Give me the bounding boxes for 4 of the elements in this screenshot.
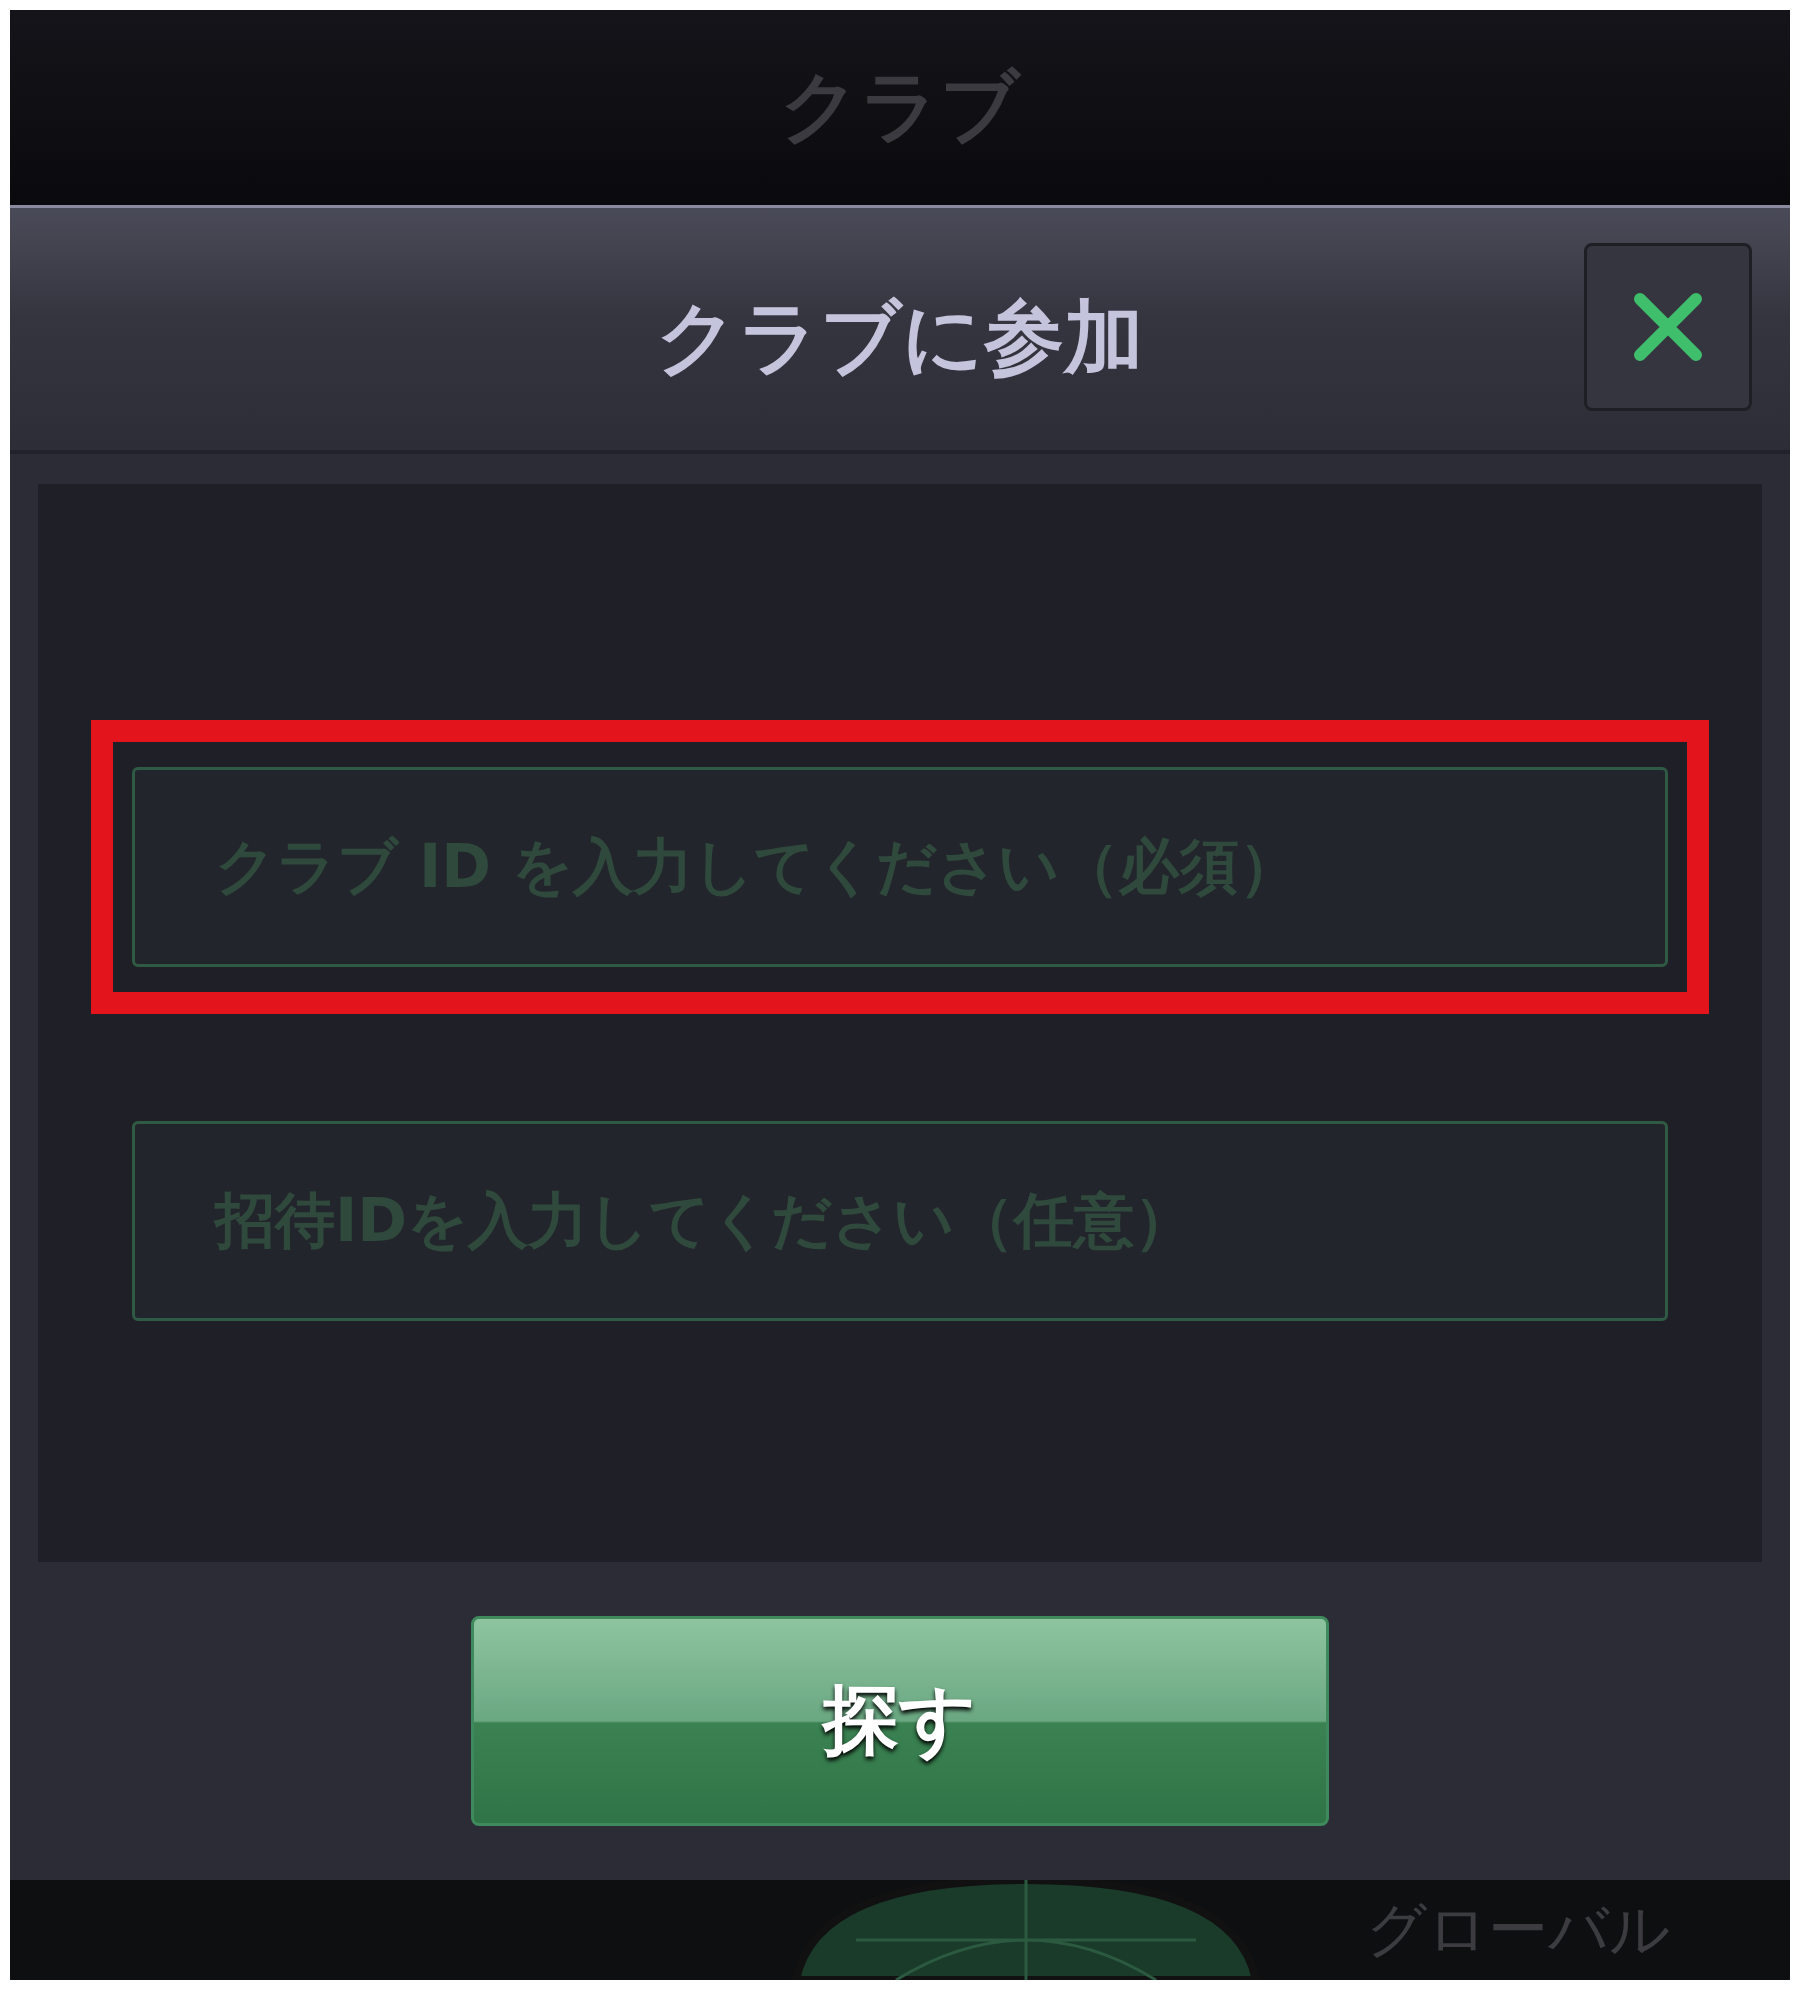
search-button[interactable]: 探す (471, 1616, 1329, 1826)
close-icon (1632, 291, 1704, 363)
close-button[interactable] (1584, 243, 1752, 411)
dialog-title: クラブに参加 (656, 290, 1144, 386)
